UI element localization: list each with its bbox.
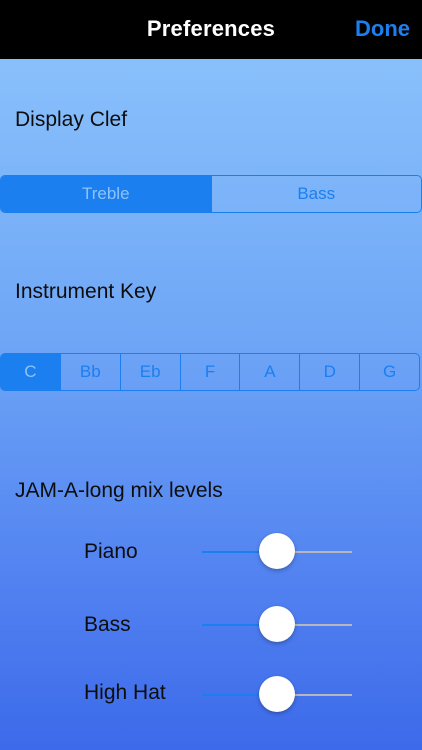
key-option-a[interactable]: A	[239, 354, 299, 390]
piano-slider-thumb[interactable]	[259, 533, 295, 569]
clef-option-bass[interactable]: Bass	[210, 176, 422, 212]
mix-levels-label: JAM-A-long mix levels	[15, 479, 223, 502]
key-option-d[interactable]: D	[299, 354, 359, 390]
key-option-f[interactable]: F	[179, 354, 240, 390]
high-hat-slider-thumb[interactable]	[259, 676, 295, 712]
piano-slider-label: Piano	[84, 540, 138, 563]
key-option-g[interactable]: G	[359, 354, 419, 390]
navigation-bar: Preferences Done	[0, 0, 422, 59]
high-hat-slider-label: High Hat	[84, 681, 166, 704]
key-option-bb[interactable]: Bb	[59, 354, 120, 390]
instrument-key-segmented-control: C Bb Eb F A D G	[0, 353, 420, 391]
done-button[interactable]: Done	[355, 16, 410, 42]
bass-slider[interactable]	[202, 606, 352, 642]
clef-option-treble[interactable]: Treble	[1, 176, 211, 212]
piano-slider[interactable]	[202, 533, 352, 569]
key-option-c[interactable]: C	[1, 354, 60, 390]
bass-slider-thumb[interactable]	[259, 606, 295, 642]
display-clef-segmented-control: Treble Bass	[0, 175, 422, 213]
bass-slider-label: Bass	[84, 613, 131, 636]
high-hat-slider[interactable]	[202, 676, 352, 712]
display-clef-label: Display Clef	[15, 108, 128, 131]
instrument-key-label: Instrument Key	[15, 280, 157, 303]
key-option-eb[interactable]: Eb	[119, 354, 180, 390]
